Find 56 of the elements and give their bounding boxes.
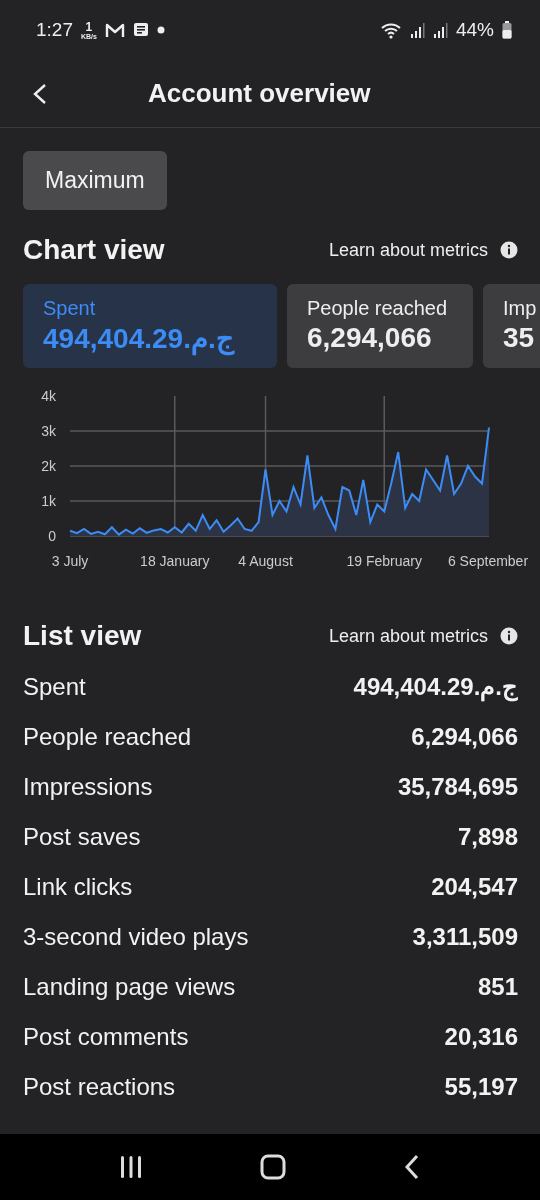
metric-value: 6,294,066 bbox=[307, 322, 433, 354]
metric-label: Spent bbox=[43, 297, 97, 320]
metric-name: Landing page views bbox=[23, 973, 236, 1001]
metric-name: Post comments bbox=[23, 1023, 189, 1051]
axis-tick-label: 3 July bbox=[51, 553, 89, 569]
axis-tick-label: 4 August bbox=[238, 553, 293, 569]
metric-value: 851 bbox=[477, 973, 518, 1001]
mail-icon bbox=[104, 22, 125, 38]
signal-icon bbox=[432, 21, 448, 39]
page-title: Account overview bbox=[148, 78, 371, 109]
section-title: List view bbox=[23, 620, 143, 652]
metric-name: People reached bbox=[23, 723, 192, 751]
metric-value: 35 bbox=[503, 322, 536, 354]
metric-name: 3-second video plays bbox=[23, 923, 249, 951]
axis-tick-label: 3k bbox=[41, 423, 56, 439]
battery-percentage: 44% bbox=[455, 19, 494, 41]
info-icon[interactable] bbox=[500, 241, 518, 259]
signal-icon bbox=[409, 21, 425, 39]
notification-dot-icon bbox=[156, 26, 165, 34]
learn-link[interactable]: Learn about metrics bbox=[328, 239, 488, 261]
data-rate-value: 1 bbox=[85, 20, 93, 33]
metric-label: People reached bbox=[307, 297, 449, 320]
metric-value: 3,311,509 bbox=[412, 923, 518, 951]
metric-value: 6,294,066 bbox=[411, 723, 518, 751]
metric-card[interactable]: People reached 6,294,066 bbox=[287, 284, 473, 368]
metric-value: 494,404.29.ج.م bbox=[43, 322, 236, 355]
metric-card[interactable]: Imp 35 bbox=[483, 284, 540, 368]
battery-icon bbox=[502, 21, 512, 39]
clock: 1:27 bbox=[36, 19, 73, 41]
metric-name: Link clicks bbox=[23, 873, 133, 901]
axis-tick-label: 6 September bbox=[447, 553, 529, 569]
learn-link[interactable]: Learn about metrics bbox=[328, 625, 488, 647]
metric-name: Post saves bbox=[23, 823, 141, 851]
recent-apps-icon[interactable] bbox=[118, 1155, 143, 1179]
date-range-button[interactable]: Maximum bbox=[23, 151, 167, 210]
message-icon bbox=[132, 22, 149, 38]
metric-value: 55,197 bbox=[444, 1073, 518, 1101]
info-icon[interactable] bbox=[500, 627, 518, 645]
metric-name: Post reactions bbox=[23, 1073, 176, 1101]
section-title: Chart view bbox=[23, 234, 166, 266]
metric-value: 494,404.29.ج.م bbox=[353, 673, 518, 701]
wifi-icon bbox=[379, 21, 402, 39]
metric-value: 7,898 bbox=[457, 823, 518, 851]
axis-tick-label: 19 February bbox=[346, 553, 422, 569]
axis-tick-label: 1k bbox=[41, 493, 56, 509]
metric-name: Impressions bbox=[23, 773, 153, 801]
metric-label: Imp bbox=[503, 297, 538, 320]
axis-tick-label: 0 bbox=[48, 528, 56, 544]
metric-value: 35,784,695 bbox=[397, 773, 518, 801]
metric-value: 204,547 bbox=[431, 873, 518, 901]
metric-value: 20,316 bbox=[444, 1023, 518, 1051]
home-icon[interactable] bbox=[260, 1154, 286, 1180]
axis-tick-label: 2k bbox=[41, 458, 56, 474]
axis-tick-label: 4k bbox=[41, 388, 56, 404]
axis-tick-label: 18 January bbox=[140, 553, 210, 569]
metric-name: Spent bbox=[23, 673, 86, 701]
